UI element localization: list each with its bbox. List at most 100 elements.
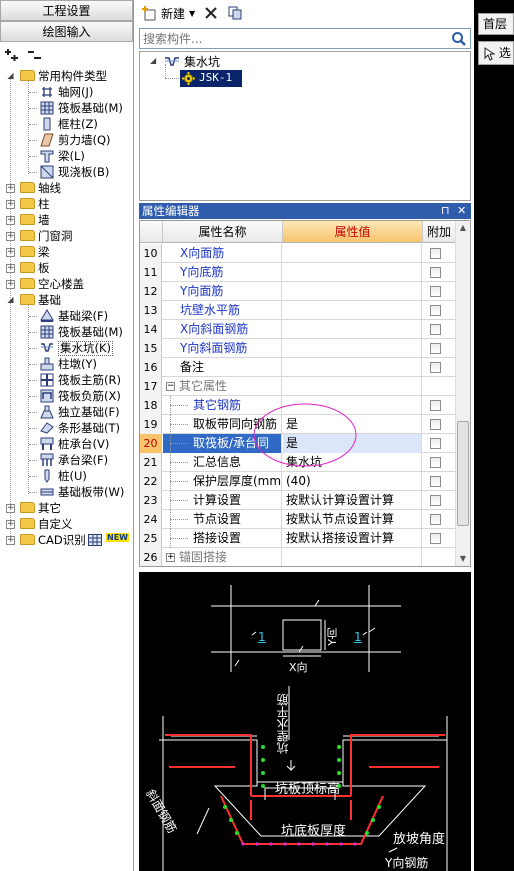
tree-node-cad-recognition[interactable]: + CAD识别 NEW <box>0 532 133 548</box>
pin-icon[interactable]: ⊓ <box>441 203 450 219</box>
extra-checkbox[interactable] <box>430 286 441 297</box>
new-button[interactable]: 新建 <box>161 5 185 22</box>
extra-checkbox[interactable] <box>430 476 441 487</box>
tree-item-raft-foundation[interactable]: 筏板基础(M) <box>0 100 133 116</box>
property-name[interactable]: 备注 <box>163 358 282 377</box>
property-row[interactable]: 25 搭接设置 按默认搭接设置计算 <box>140 529 456 548</box>
property-name[interactable]: Y向斜面钢筋 <box>163 339 282 358</box>
expand-icon[interactable]: + <box>166 553 175 562</box>
header-prop-value[interactable]: 属性值 <box>283 221 423 243</box>
extra-checkbox[interactable] <box>430 419 441 430</box>
scroll-up-icon[interactable]: ▲ <box>456 221 470 235</box>
property-value[interactable]: 按默认节点设置计算 <box>283 510 422 529</box>
property-name[interactable]: − 其它属性 <box>163 377 282 396</box>
property-row[interactable]: 11 Y向底筋 <box>140 263 456 282</box>
select-tool-button[interactable]: 选 <box>478 41 514 65</box>
tree-node-hollow-slab[interactable]: + 空心楼盖 <box>0 276 133 292</box>
property-row[interactable]: 14 X向斜面钢筋 <box>140 320 456 339</box>
tree-item-raft-neg-rebar[interactable]: 筏板负筋(X) <box>0 388 133 404</box>
property-row[interactable]: 13 坑壁水平筋 <box>140 301 456 320</box>
collapse-all-icon[interactable] <box>26 48 42 62</box>
component-item-jsk1[interactable]: JSK-1 <box>180 70 242 87</box>
tree-node-slab[interactable]: + 板 <box>0 260 133 276</box>
property-value[interactable]: 按默认计算设置计算 <box>283 491 422 510</box>
tree-item-strip-footing[interactable]: 条形基础(T) <box>0 420 133 436</box>
property-value[interactable]: 按默认搭接设置计算 <box>283 529 422 548</box>
component-root-sump-pit[interactable]: ◢ 集水坑 <box>140 54 340 70</box>
expand-all-icon[interactable] <box>2 48 20 62</box>
tree-node-axis[interactable]: + 轴线 <box>0 180 133 196</box>
extra-checkbox[interactable] <box>430 362 441 373</box>
tree-node-common-types[interactable]: ◢ 常用构件类型 <box>0 68 133 84</box>
property-row[interactable]: 12 Y向面筋 <box>140 282 456 301</box>
property-name[interactable]: 坑壁水平筋 <box>163 301 282 320</box>
tree-item-shear-wall[interactable]: 剪力墙(Q) <box>0 132 133 148</box>
property-name[interactable]: + 锚固搭接 <box>163 548 282 566</box>
dropdown-arrow-icon[interactable]: ▼ <box>189 9 195 18</box>
tree-node-custom[interactable]: + 自定义 <box>0 516 133 532</box>
tree-item-sump-pit[interactable]: 集水坑(K) <box>0 340 133 356</box>
property-value[interactable] <box>283 339 422 358</box>
property-name[interactable]: 搭接设置 <box>163 529 282 548</box>
property-value[interactable] <box>283 377 422 396</box>
tree-node-column[interactable]: + 柱 <box>0 196 133 212</box>
tree-node-wall[interactable]: + 墙 <box>0 212 133 228</box>
tree-item-column-pier[interactable]: 柱墩(Y) <box>0 356 133 372</box>
copy-icon[interactable] <box>227 5 243 21</box>
property-value[interactable] <box>283 320 422 339</box>
property-value[interactable] <box>283 301 422 320</box>
tree-node-foundation[interactable]: ◢ 基础 <box>0 292 133 308</box>
property-row[interactable]: 10 X向面筋 <box>140 244 456 263</box>
collapse-arrow-icon[interactable]: ◢ <box>150 56 156 65</box>
extra-checkbox[interactable] <box>430 267 441 278</box>
header-prop-name[interactable]: 属性名称 <box>163 221 283 243</box>
header-extra[interactable]: 附加 <box>423 221 456 243</box>
tree-item-cast-slab[interactable]: 现浇板(B) <box>0 164 133 180</box>
property-value[interactable] <box>283 263 422 282</box>
property-name[interactable]: X向斜面钢筋 <box>163 320 282 339</box>
tree-item-pile[interactable]: 桩(U) <box>0 468 133 484</box>
drawing-input-button[interactable]: 绘图输入 <box>0 21 133 42</box>
tree-node-door-window[interactable]: + 门窗洞 <box>0 228 133 244</box>
tree-item-axis-grid[interactable]: 轴网(J) <box>0 84 133 100</box>
extra-checkbox[interactable] <box>430 343 441 354</box>
extra-checkbox[interactable] <box>430 324 441 335</box>
property-row[interactable]: 17− 其它属性 <box>140 377 456 396</box>
property-value[interactable] <box>283 548 422 566</box>
property-scrollbar[interactable]: ▲ ▼ <box>455 221 470 566</box>
tree-item-frame-column[interactable]: 框柱(Z) <box>0 116 133 132</box>
extra-checkbox[interactable] <box>430 495 441 506</box>
extra-checkbox[interactable] <box>430 533 441 544</box>
search-input[interactable] <box>140 29 440 48</box>
property-name[interactable]: Y向底筋 <box>163 263 282 282</box>
tree-item-beam[interactable]: 梁(L) <box>0 148 133 164</box>
delete-icon[interactable] <box>203 5 219 21</box>
extra-checkbox[interactable] <box>430 514 441 525</box>
property-row[interactable]: 23 计算设置 按默认计算设置计算 <box>140 491 456 510</box>
tree-item-foundation-beam[interactable]: 基础梁(F) <box>0 308 133 324</box>
extra-checkbox[interactable] <box>430 305 441 316</box>
property-value[interactable] <box>283 282 422 301</box>
tree-node-beam[interactable]: + 梁 <box>0 244 133 260</box>
property-value[interactable] <box>283 244 422 263</box>
property-name[interactable]: Y向面筋 <box>163 282 282 301</box>
close-icon[interactable]: ✕ <box>457 203 466 219</box>
scroll-down-icon[interactable]: ▼ <box>456 552 470 566</box>
property-row[interactable]: 26 + 锚固搭接 <box>140 548 456 566</box>
property-value[interactable] <box>283 358 422 377</box>
search-icon[interactable] <box>451 31 467 47</box>
property-row[interactable]: 22 保护层厚度(mm) (40) <box>140 472 456 491</box>
property-name[interactable]: 节点设置 <box>163 510 282 529</box>
property-name[interactable]: 计算设置 <box>163 491 282 510</box>
project-settings-button[interactable]: 工程设置 <box>0 0 133 21</box>
property-row[interactable]: 16 备注 <box>140 358 456 377</box>
extra-checkbox[interactable] <box>430 457 441 468</box>
tree-item-raft-main-rebar[interactable]: 筏板主筋(R) <box>0 372 133 388</box>
extra-checkbox[interactable] <box>430 400 441 411</box>
property-name[interactable]: 保护层厚度(mm) <box>163 472 282 491</box>
extra-checkbox[interactable] <box>430 248 441 259</box>
new-icon[interactable] <box>141 5 157 21</box>
property-row[interactable]: 24 节点设置 按默认节点设置计算 <box>140 510 456 529</box>
tree-item-raft-foundation-2[interactable]: 筏板基础(M) <box>0 324 133 340</box>
property-name[interactable]: X向面筋 <box>163 244 282 263</box>
